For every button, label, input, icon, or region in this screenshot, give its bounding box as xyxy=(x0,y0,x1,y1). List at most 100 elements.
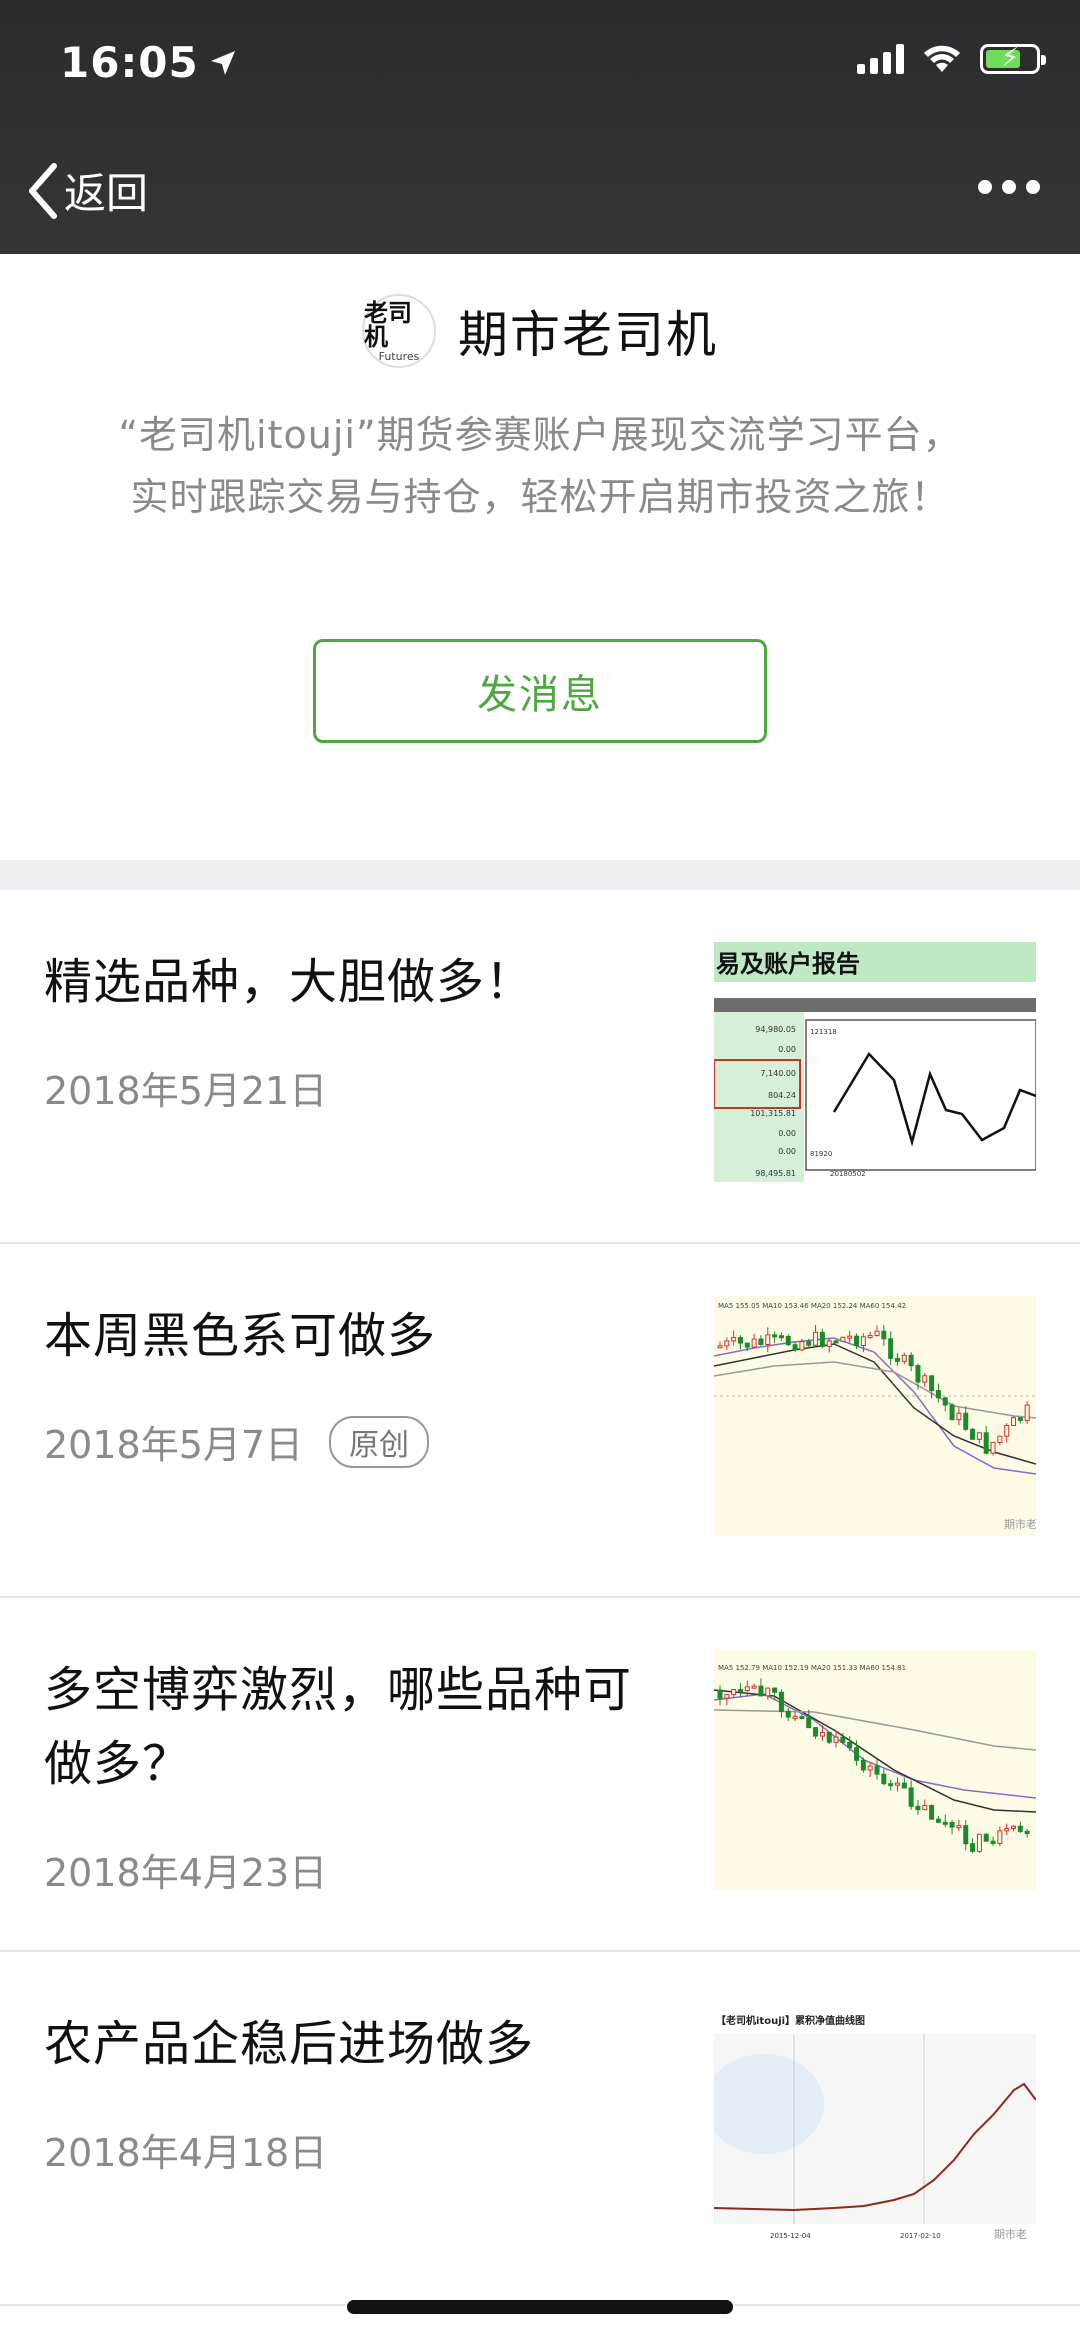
candle-body xyxy=(792,1344,798,1351)
candle-body xyxy=(874,1330,880,1337)
candle-body xyxy=(724,1694,730,1699)
candle-body xyxy=(956,1825,962,1829)
thumb-value: 0.00 xyxy=(778,1045,796,1054)
location-arrow-icon xyxy=(210,50,235,75)
candle-body xyxy=(1011,1825,1017,1830)
article-title: 多空博弈激烈，哪些品种可做多？ xyxy=(44,1662,633,1792)
candle-body xyxy=(935,1390,941,1399)
more-dot-icon xyxy=(1002,180,1016,194)
candle-body xyxy=(717,1689,723,1699)
candle-body xyxy=(894,1357,900,1362)
candle-body xyxy=(772,1334,778,1338)
article-title: 农产品企稳后进场做多 xyxy=(44,2016,535,2072)
wifi-icon xyxy=(924,45,960,72)
article-thumbnail: 【老司机itouji】累积净值曲线图 2015-12-04 2017-02-10… xyxy=(714,2004,1036,2244)
candle-body xyxy=(813,1727,819,1737)
article-date: 2018年4月18日 xyxy=(44,2131,328,2175)
thumb-value: 804.24 xyxy=(768,1091,796,1100)
thumb-watermark: 期市老 xyxy=(1004,1517,1036,1531)
candle-body xyxy=(833,1736,839,1743)
candle-body xyxy=(901,1354,907,1362)
candle-body xyxy=(785,1710,791,1718)
candle-body xyxy=(744,1686,750,1691)
candle-body xyxy=(970,1843,976,1852)
list-item[interactable]: 多空博弈激烈，哪些品种可做多？ 2018年4月23日 MA5 152.79 MA… xyxy=(0,1598,1080,1952)
article-title: 精选品种，大胆做多！ xyxy=(44,954,535,1010)
candle-body xyxy=(806,1341,812,1346)
candle-body xyxy=(806,1717,812,1729)
navigation-bar: 返回 xyxy=(0,150,1080,240)
candle-body xyxy=(881,1773,887,1785)
article-meta: 2018年5月21日 xyxy=(44,1060,327,1115)
article-thumbnail: MA5 155.05 MA10 153.46 MA20 152.24 MA60 … xyxy=(714,1296,1036,1536)
article-thumbnail: 易及账户报告 94,980.05 0.00 7,140.00 804.24 10… xyxy=(714,942,1036,1182)
candle-body xyxy=(949,1821,955,1828)
candle-body xyxy=(983,1833,989,1842)
candle-body xyxy=(997,1830,1003,1844)
candle-body xyxy=(874,1765,880,1775)
more-options-button[interactable] xyxy=(978,180,1040,194)
candle-body xyxy=(915,1805,921,1811)
candle-body xyxy=(922,1804,928,1811)
candle-body xyxy=(751,1685,757,1689)
candle-body xyxy=(847,1741,853,1749)
candle-body xyxy=(813,1331,819,1346)
thumb-value: 0.00 xyxy=(778,1147,796,1156)
candle-body xyxy=(908,1354,914,1367)
candle-body xyxy=(929,1375,935,1392)
candle-body xyxy=(724,1340,730,1347)
original-badge: 原创 xyxy=(329,1415,430,1468)
candle-body xyxy=(758,1338,764,1345)
candle-body xyxy=(983,1432,989,1454)
candle-body xyxy=(840,1336,846,1342)
candle-body xyxy=(772,1687,778,1693)
candle-body xyxy=(737,1337,743,1344)
candle-body xyxy=(997,1435,1003,1443)
description-line-1: “老司机itouji”期货参赛账户展现交流学习平台， xyxy=(118,413,962,457)
status-time: 16:05 xyxy=(60,38,237,87)
list-item[interactable]: 本周黑色系可做多 2018年5月7日 原创 MA5 155.05 MA10 15… xyxy=(0,1244,1080,1598)
thumb-value: 7,140.00 xyxy=(760,1069,796,1078)
chevron-left-icon xyxy=(29,162,57,219)
thumb-axis-label: 2017-02-10 xyxy=(900,2232,941,2240)
candle-body xyxy=(792,1716,798,1720)
candle-body xyxy=(833,1340,839,1344)
candle-body xyxy=(744,1342,750,1348)
thumb-value: 101,315.81 xyxy=(750,1109,796,1118)
candle-body xyxy=(751,1338,757,1348)
home-indicator[interactable] xyxy=(347,2300,733,2314)
candle-body xyxy=(799,1341,805,1351)
list-item[interactable]: 精选品种，大胆做多！ 2018年5月21日 易及账户报告 94,980.05 0… xyxy=(0,890,1080,1244)
send-message-button[interactable]: 发消息 xyxy=(313,639,767,743)
more-dot-icon xyxy=(978,180,992,194)
candle-body xyxy=(1011,1417,1017,1426)
candle-body xyxy=(731,1689,737,1696)
status-time-label: 16:05 xyxy=(60,38,199,87)
candle-body xyxy=(1004,1424,1010,1437)
thumb-axis-label: 81920 xyxy=(810,1150,832,1158)
candle-body xyxy=(990,1441,996,1454)
thumb-ma-legend: MA5 152.79 MA10 152.19 MA20 151.33 MA60 … xyxy=(718,1664,906,1672)
account-name: 期市老司机 xyxy=(458,306,718,364)
candle-body xyxy=(731,1337,737,1342)
back-button[interactable]: 返回 xyxy=(26,160,148,221)
candle-body xyxy=(847,1335,853,1339)
candle-body xyxy=(840,1736,846,1743)
candle-body xyxy=(854,1335,860,1346)
section-divider xyxy=(0,860,1080,890)
candle-body xyxy=(737,1689,743,1693)
account-description: “老司机itouji”期货参赛账户展现交流学习平台， 实时跟踪交易与持仓，轻松开… xyxy=(60,404,1020,528)
article-date: 2018年5月7日 xyxy=(44,1423,304,1467)
article-date: 2018年4月23日 xyxy=(44,1851,328,1895)
candle-body xyxy=(976,1432,982,1440)
candle-body xyxy=(860,1336,866,1346)
list-item[interactable]: 农产品企稳后进场做多 2018年4月18日 【老司机itouji】累积净值曲线图… xyxy=(0,1952,1080,2306)
candle-body xyxy=(867,1765,873,1771)
candle-body xyxy=(901,1782,907,1789)
candle-body xyxy=(819,1731,825,1737)
thumb-axis-label: 20180502 xyxy=(830,1170,866,1178)
battery-charging-icon: ⚡ xyxy=(980,43,1046,74)
candle-body xyxy=(949,1404,955,1421)
logo-subtext: Futures xyxy=(378,349,420,363)
article-meta: 2018年5月7日 原创 xyxy=(44,1414,430,1469)
